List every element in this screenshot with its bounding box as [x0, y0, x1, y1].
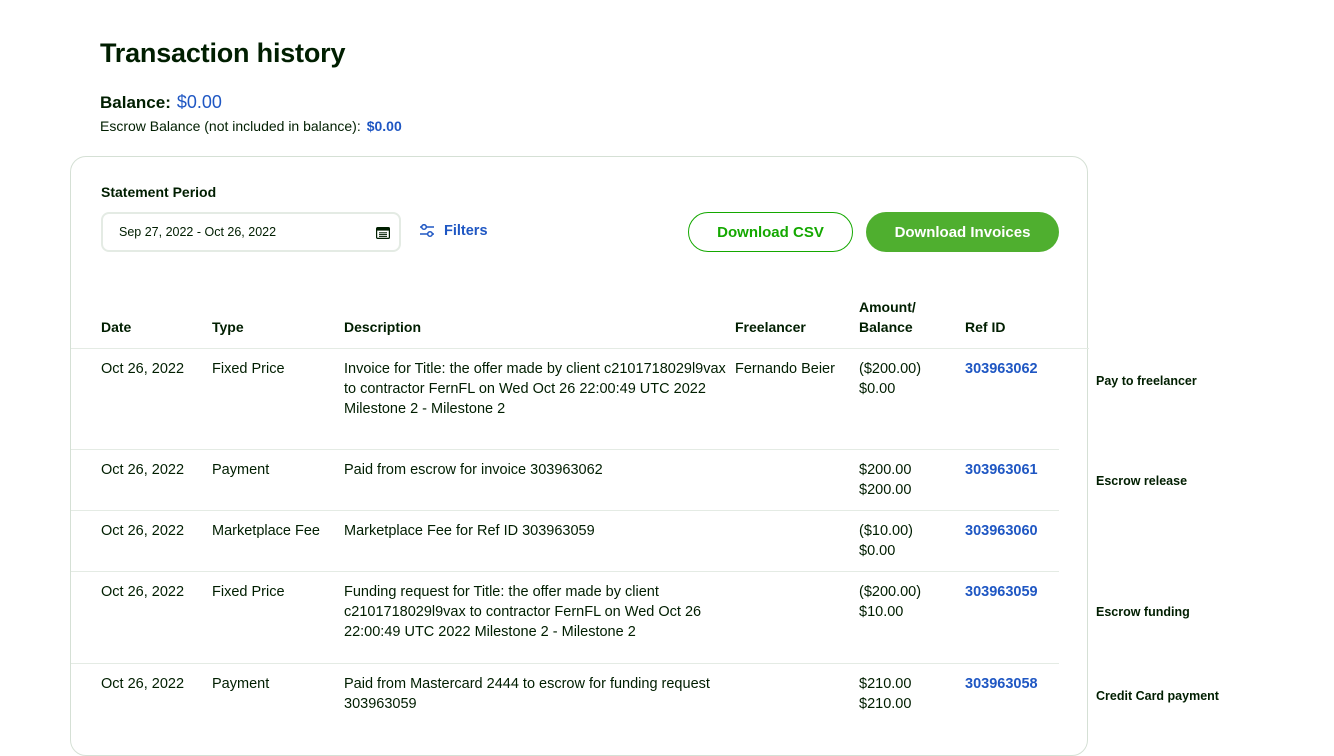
row-description-line: Funding request for Title: the offer mad…	[344, 584, 659, 600]
row-description: Paid from Mastercard 2444 to escrow for …	[344, 674, 710, 714]
row-amount: ($10.00)	[859, 523, 914, 539]
filters-label: Filters	[444, 223, 488, 239]
row-description-line: c2101718029l9vax to contractor FernFL on…	[344, 604, 702, 620]
download-invoices-button[interactable]: Download Invoices	[866, 212, 1059, 252]
calendar-icon[interactable]	[376, 226, 390, 239]
row-divider	[71, 510, 1059, 511]
col-header-ref-id: Ref ID	[965, 319, 1006, 335]
row-date: Oct 26, 2022	[101, 462, 185, 478]
row-divider	[71, 571, 1059, 572]
row-description: Funding request for Title: the offer mad…	[344, 582, 701, 642]
row-description-line: Milestone 2 - Milestone 2	[344, 401, 506, 417]
sliders-icon	[420, 224, 434, 238]
row-ref-id-link[interactable]: 303963062	[965, 359, 1038, 379]
row-date: Oct 26, 2022	[101, 584, 185, 600]
escrow-balance-label: Escrow Balance (not included in balance)…	[100, 118, 361, 134]
statement-period-value: Sep 27, 2022 - Oct 26, 2022	[119, 225, 277, 239]
statement-period-label: Statement Period	[101, 184, 217, 200]
col-header-amount-balance: Amount/ Balance	[859, 297, 916, 337]
col-header-date: Date	[101, 319, 132, 335]
row-amount-balance: ($10.00) $0.00	[859, 521, 913, 561]
row-date: Oct 26, 2022	[101, 523, 185, 539]
annotation-escrow-funding: Escrow funding	[1096, 605, 1190, 619]
col-header-description: Description	[344, 319, 422, 335]
col-header-amount: Amount/	[859, 299, 916, 315]
row-divider	[71, 663, 1059, 664]
row-type: Marketplace Fee	[212, 523, 320, 539]
header-divider	[71, 348, 1089, 349]
escrow-balance-row: Escrow Balance (not included in balance)…	[100, 118, 402, 134]
row-type: Fixed Price	[212, 584, 285, 600]
annotation-credit-card-payment: Credit Card payment	[1096, 689, 1219, 703]
row-description-line: to contractor FernFL on Wed Oct 26 22:00…	[344, 381, 706, 397]
row-ref-id-link[interactable]: 303963060	[965, 521, 1038, 541]
row-date: Oct 26, 2022	[101, 676, 185, 692]
col-header-type: Type	[212, 319, 244, 335]
row-description: Invoice for Title: the offer made by cli…	[344, 359, 726, 419]
row-description-line: Invoice for Title: the offer made by cli…	[344, 361, 726, 377]
row-description: Paid from escrow for invoice 303963062	[344, 460, 603, 480]
transactions-card: Statement Period Sep 27, 2022 - Oct 26, …	[70, 156, 1089, 756]
row-amount: ($200.00)	[859, 584, 922, 600]
balance-label: Balance:	[100, 93, 171, 112]
row-date: Oct 26, 2022	[101, 361, 185, 377]
balance-value: $0.00	[176, 92, 222, 112]
row-freelancer: Fernando Beier	[735, 361, 835, 377]
balance-row: Balance: $0.00	[100, 92, 222, 113]
row-amount: $210.00	[859, 676, 912, 692]
row-amount-balance: ($200.00) $0.00	[859, 359, 921, 399]
row-ref-id-link[interactable]: 303963058	[965, 674, 1038, 694]
statement-period-input[interactable]: Sep 27, 2022 - Oct 26, 2022	[101, 212, 401, 252]
row-ref-id-link[interactable]: 303963059	[965, 582, 1038, 602]
row-description-line: Paid from escrow for invoice 303963062	[344, 462, 603, 478]
row-type: Payment	[212, 462, 270, 478]
escrow-balance-value: $0.00	[366, 118, 402, 134]
row-description-line: Paid from Mastercard 2444 to escrow for …	[344, 676, 710, 692]
row-balance: $200.00	[859, 482, 912, 498]
col-header-freelancer: Freelancer	[735, 319, 806, 335]
row-amount-balance: $210.00 $210.00	[859, 674, 911, 714]
col-header-balance: Balance	[859, 319, 913, 335]
annotation-escrow-release: Escrow release	[1096, 474, 1188, 488]
row-balance: $0.00	[859, 543, 896, 559]
filters-button[interactable]: Filters	[419, 223, 488, 239]
row-ref-id-link[interactable]: 303963061	[965, 460, 1038, 480]
row-description-line: 303963059	[344, 696, 417, 712]
row-type: Fixed Price	[212, 361, 285, 377]
download-csv-button[interactable]: Download CSV	[688, 212, 853, 252]
row-balance: $210.00	[859, 696, 912, 712]
page-title: Transaction history	[100, 38, 346, 68]
row-balance: $10.00	[859, 604, 904, 620]
row-description-line: Marketplace Fee for Ref ID 303963059	[344, 523, 595, 539]
row-amount: ($200.00)	[859, 361, 922, 377]
row-divider	[71, 449, 1059, 450]
row-description-line: 22:00:49 UTC 2022 Milestone 2 - Mileston…	[344, 624, 636, 640]
annotation-pay-to-freelancer: Pay to freelancer	[1096, 374, 1197, 388]
row-balance: $0.00	[859, 381, 896, 397]
row-description: Marketplace Fee for Ref ID 303963059	[344, 521, 595, 541]
row-amount: $200.00	[859, 462, 912, 478]
row-amount-balance: ($200.00) $10.00	[859, 582, 921, 622]
row-type: Payment	[212, 676, 270, 692]
row-amount-balance: $200.00 $200.00	[859, 460, 911, 500]
